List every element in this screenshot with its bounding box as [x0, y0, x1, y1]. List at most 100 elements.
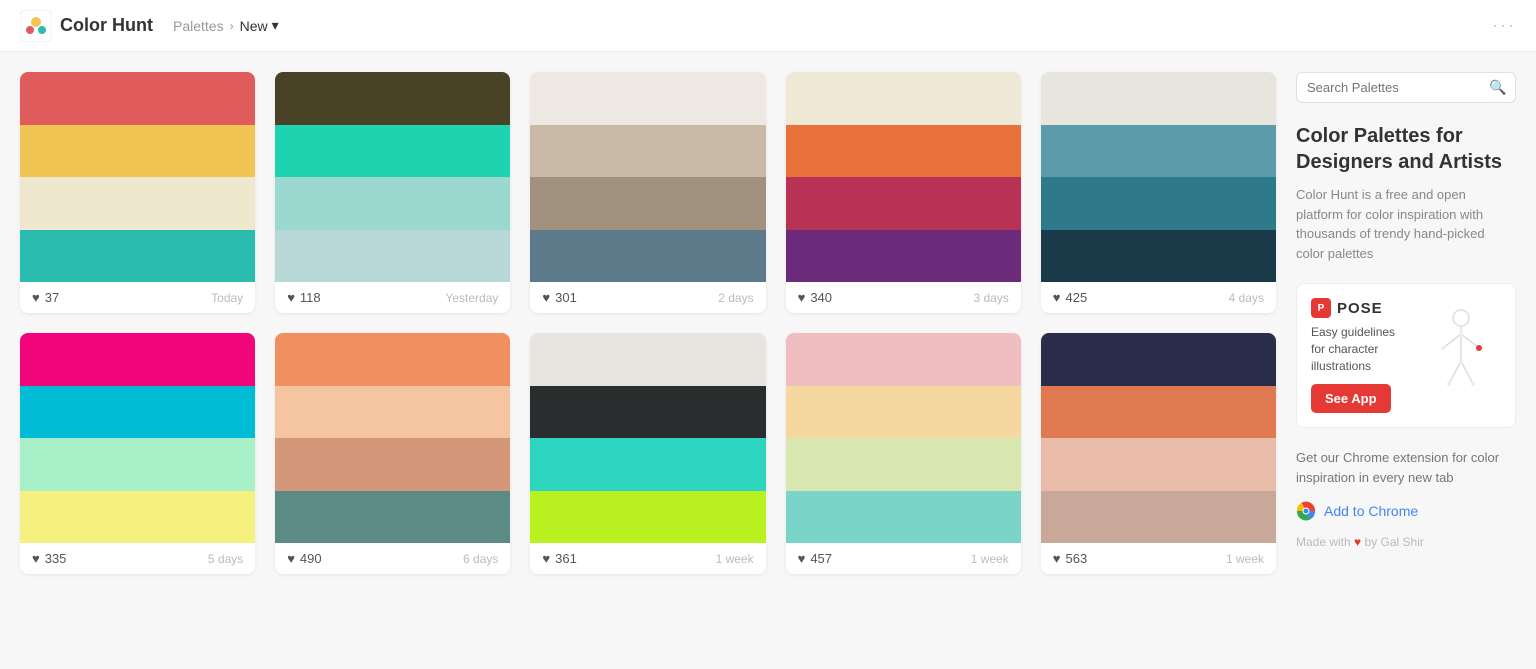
color-swatch	[530, 230, 765, 283]
heart-icon: ♥	[1053, 290, 1061, 305]
color-swatch	[786, 177, 1021, 230]
heart-icon: ♥	[798, 290, 806, 305]
palette-footer: ♥ 118 Yesterday	[275, 282, 510, 313]
chevron-down-icon: ▾	[272, 17, 279, 34]
logo-area[interactable]: Color Hunt	[20, 10, 153, 42]
likes-count: 490	[300, 551, 322, 566]
heart-icon: ♥	[1354, 535, 1364, 549]
nav-palettes[interactable]: Palettes	[173, 18, 224, 34]
palette-date: 4 days	[1229, 291, 1264, 305]
palette-colors	[530, 333, 765, 543]
likes-count: 361	[555, 551, 577, 566]
heart-icon: ♥	[287, 551, 295, 566]
palette-likes[interactable]: ♥ 425	[1053, 290, 1087, 305]
ad-content: P POSE Easy guidelines for character ill…	[1311, 298, 1411, 413]
color-swatch	[20, 333, 255, 386]
likes-count: 37	[45, 290, 59, 305]
made-with: Made with ♥ by Gal Shir	[1296, 535, 1516, 549]
palette-card[interactable]: #C7B198 ♥ 301 2 days	[530, 72, 765, 313]
palette-footer: ♥3611 week	[530, 543, 765, 574]
heart-icon: ♥	[542, 290, 550, 305]
color-swatch	[786, 491, 1021, 544]
palette-footer: ♥ 425 4 days	[1041, 282, 1276, 313]
color-swatch	[530, 491, 765, 544]
palette-card[interactable]: ♥ 425 4 days	[1041, 72, 1276, 313]
palette-footer: ♥ 301 2 days	[530, 282, 765, 313]
ad-brand-icon: P	[1311, 298, 1331, 318]
palette-footer: ♥ 457 1 week	[786, 543, 1021, 574]
palette-likes[interactable]: ♥335	[32, 551, 66, 566]
color-swatch	[275, 333, 510, 386]
palette-colors: #1DD3B0	[275, 72, 510, 282]
color-swatch	[530, 333, 765, 386]
palette-colors	[1041, 72, 1276, 282]
likes-count: 118	[300, 290, 321, 305]
color-swatch: #C7B198	[530, 125, 765, 178]
palette-colors	[1041, 333, 1276, 543]
nav-new[interactable]: New ▾	[240, 17, 279, 34]
color-swatch	[20, 491, 255, 544]
sidebar: 🔍 Color Palettes for Designers and Artis…	[1296, 72, 1516, 574]
palette-likes[interactable]: ♥ 457	[798, 551, 832, 566]
palette-likes[interactable]: ♥ 490	[287, 551, 321, 566]
palette-date: 1 week	[1226, 552, 1264, 566]
ad-figure	[1421, 298, 1501, 413]
color-swatch	[275, 386, 510, 439]
nav-area: Palettes › New ▾	[173, 17, 279, 34]
palette-card[interactable]: ♥ 490 6 days	[275, 333, 510, 574]
search-input[interactable]	[1307, 80, 1483, 95]
palette-card[interactable]: #1DD3B0 ♥ 118 Yesterday	[275, 72, 510, 313]
heart-icon: ♥	[798, 551, 806, 566]
palette-likes[interactable]: ♥ 37	[32, 290, 59, 305]
color-swatch	[20, 177, 255, 230]
color-swatch	[275, 230, 510, 283]
palette-likes[interactable]: ♥361	[542, 551, 576, 566]
sidebar-desc: Color Hunt is a free and open platform f…	[1296, 185, 1516, 263]
palette-colors	[786, 72, 1021, 282]
color-swatch	[20, 72, 255, 125]
logo-text: Color Hunt	[60, 15, 153, 36]
color-swatch	[1041, 230, 1276, 283]
add-to-chrome-label: Add to Chrome	[1324, 503, 1418, 519]
palette-card[interactable]: ♥563 1 week	[1041, 333, 1276, 574]
likes-count: 425	[1066, 290, 1088, 305]
palette-likes[interactable]: ♥ 118	[287, 290, 320, 305]
color-swatch	[275, 491, 510, 544]
palette-date: Today	[211, 291, 243, 305]
chrome-icon	[1296, 501, 1316, 521]
search-box[interactable]: 🔍	[1296, 72, 1516, 103]
color-swatch	[530, 386, 765, 439]
color-swatch	[1041, 438, 1276, 491]
color-swatch	[786, 438, 1021, 491]
add-to-chrome-button[interactable]: Add to Chrome	[1296, 501, 1516, 521]
palette-card[interactable]: ♥3355 days	[20, 333, 255, 574]
color-swatch	[20, 125, 255, 178]
color-swatch	[20, 386, 255, 439]
heart-icon: ♥	[1053, 551, 1061, 566]
ad-box: P POSE Easy guidelines for character ill…	[1296, 283, 1516, 428]
likes-count: 457	[810, 551, 832, 566]
palette-likes[interactable]: ♥563	[1053, 551, 1087, 566]
palette-date: 2 days	[718, 291, 753, 305]
likes-count: 301	[555, 290, 577, 305]
palette-likes[interactable]: ♥ 340	[798, 290, 832, 305]
likes-count: 340	[810, 290, 832, 305]
color-swatch	[1041, 177, 1276, 230]
palette-card[interactable]: ♥ 457 1 week	[786, 333, 1021, 574]
palette-likes[interactable]: ♥ 301	[542, 290, 576, 305]
palette-date: 1 week	[971, 552, 1009, 566]
ad-cta-button[interactable]: See App	[1311, 384, 1391, 413]
color-swatch	[786, 386, 1021, 439]
palette-card[interactable]: ♥3403 days	[786, 72, 1021, 313]
palette-card[interactable]: ♥3611 week	[530, 333, 765, 574]
palette-date: 6 days	[463, 552, 498, 566]
pose-figure-icon	[1431, 306, 1491, 406]
palette-footer: ♥ 490 6 days	[275, 543, 510, 574]
palette-date: Yesterday	[445, 291, 498, 305]
sidebar-title: Color Palettes for Designers and Artists	[1296, 123, 1516, 175]
heart-icon: ♥	[32, 290, 40, 305]
ad-brand-name: POSE	[1337, 300, 1383, 317]
palette-card[interactable]: ♥ 37 Today	[20, 72, 255, 313]
heart-icon: ♥	[287, 290, 295, 305]
search-button[interactable]: 🔍	[1489, 79, 1506, 96]
